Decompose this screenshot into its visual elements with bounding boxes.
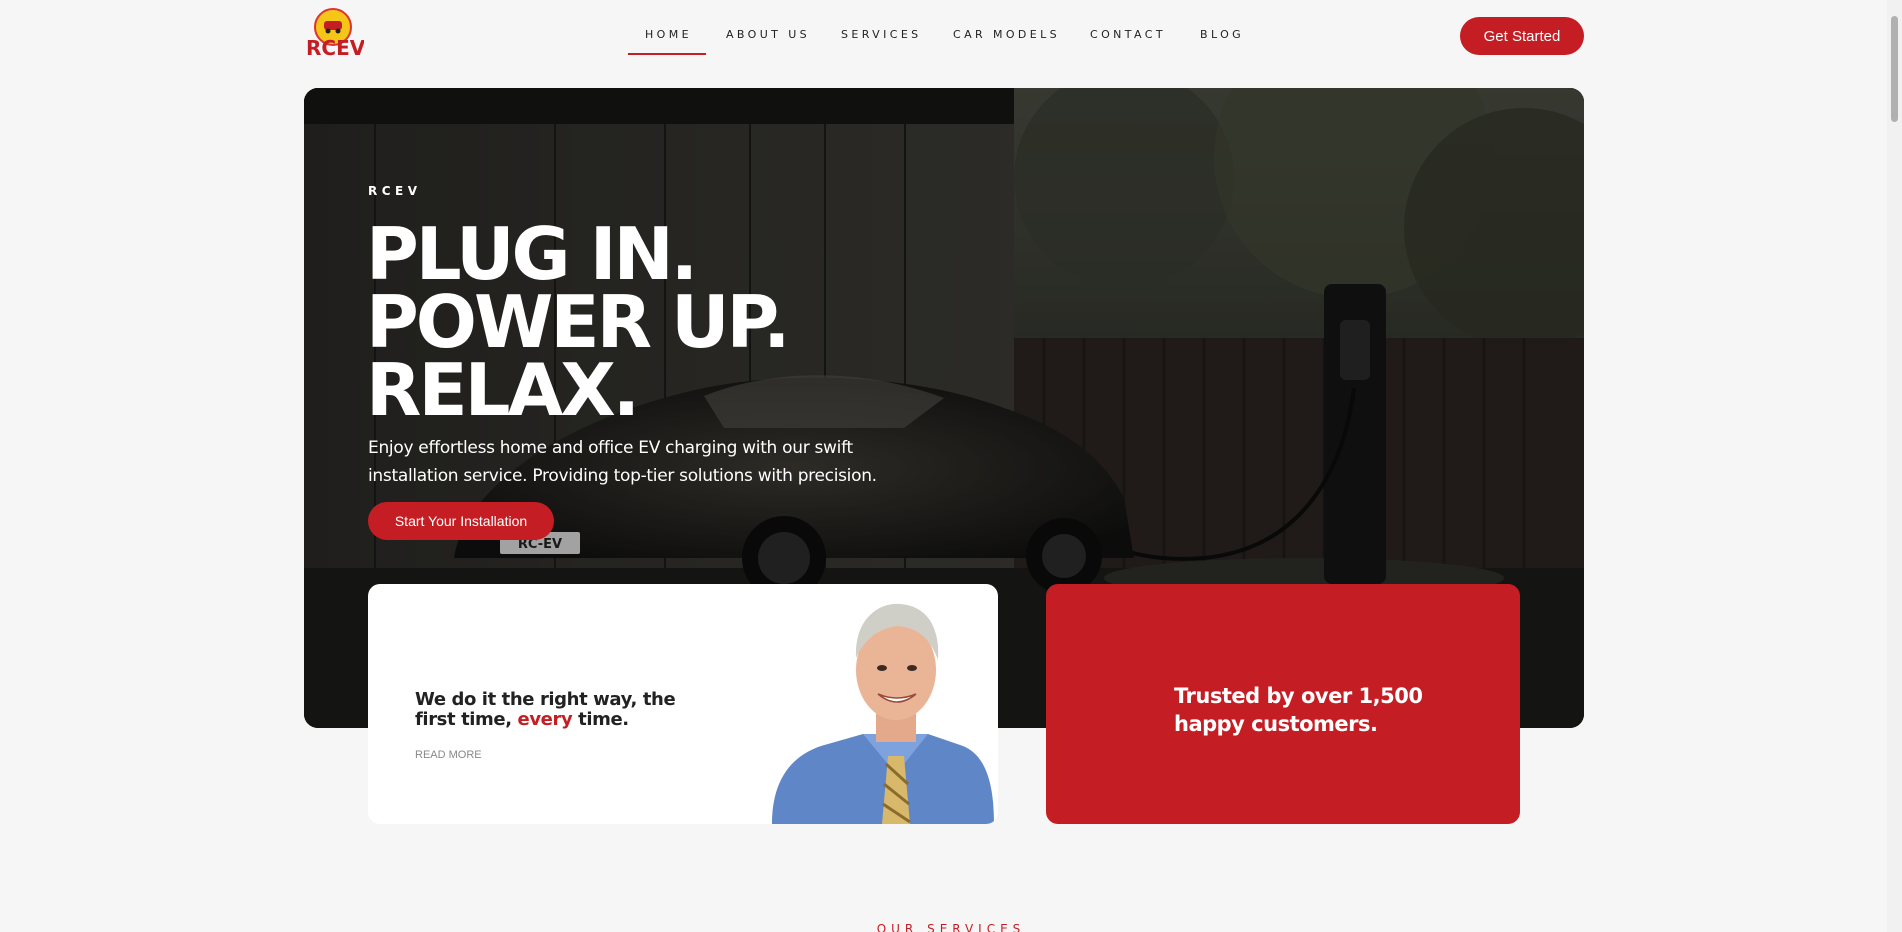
main-nav: HOME ABOUT US SERVICES CAR MODELS CONTAC… [0,0,1902,70]
hero-headline-line: PLUG IN. [366,212,698,296]
nav-car-models[interactable]: CAR MODELS [953,28,1060,41]
start-installation-button[interactable]: Start Your Installation [368,502,554,540]
scrollbar-thumb[interactable] [1891,16,1898,122]
nav-about-us[interactable]: ABOUT US [726,28,810,41]
get-started-button[interactable]: Get Started [1460,17,1584,55]
page-scrollbar[interactable] [1887,0,1902,932]
quality-card-title-accent: every [517,709,573,730]
nav-active-indicator [628,53,706,55]
hero-headline-line: POWER UP. [366,280,790,364]
hero-subtext: Enjoy effortless home and office EV char… [368,438,877,486]
quality-card-title: We do it the right way, the first time, … [415,690,715,730]
hero-eyebrow: RCEV [368,184,422,198]
quality-card: We do it the right way, the first time, … [368,584,998,824]
nav-contact[interactable]: CONTACT [1090,28,1166,41]
hero-headline: PLUG IN. POWER UP. RELAX. [366,212,790,432]
trust-card-text: Trusted by over 1,500 happy customers. [1174,684,1423,736]
nav-blog[interactable]: BLOG [1200,28,1244,41]
read-more-link[interactable]: READ MORE [415,749,482,761]
quality-card-title-text: time. [572,709,629,730]
hero-headline-line: RELAX. [366,348,640,432]
nav-home[interactable]: HOME [645,28,692,41]
nav-services[interactable]: SERVICES [841,28,922,41]
smiling-man-photo [772,603,994,824]
trust-card: Trusted by over 1,500 happy customers. [1046,584,1520,824]
services-eyebrow: OUR SERVICES [876,922,1026,932]
